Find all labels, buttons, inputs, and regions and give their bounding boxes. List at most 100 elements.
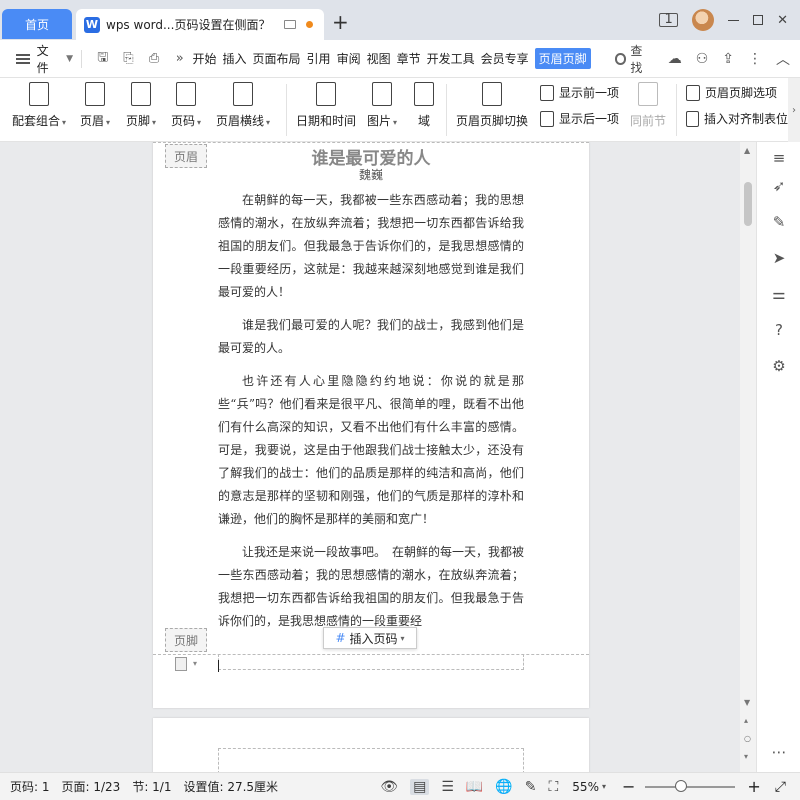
same-as-prev-button[interactable]: 同前节: [630, 82, 666, 129]
menu-start[interactable]: 开始: [193, 50, 217, 67]
search-button[interactable]: 查找: [614, 42, 654, 76]
prev-page-icon[interactable]: ▴: [744, 716, 748, 725]
pen-icon[interactable]: ✎: [525, 779, 537, 795]
avatar[interactable]: [692, 9, 715, 31]
chevron-down-icon[interactable]: ▼: [66, 54, 73, 64]
menu-review[interactable]: 审阅: [337, 50, 361, 67]
collaborate-icon[interactable]: ⚇: [696, 51, 709, 67]
footer-button[interactable]: 页脚 ▾: [126, 82, 156, 129]
pen-icon[interactable]: ✎: [769, 212, 789, 232]
header-line-button[interactable]: 页眉横线 ▾: [216, 82, 270, 129]
new-tab-button[interactable]: +: [332, 12, 349, 32]
print-icon[interactable]: ⎙: [146, 51, 162, 67]
cloud-sync-icon[interactable]: ☁: [668, 51, 682, 67]
status-page-number[interactable]: 页码: 1: [10, 778, 50, 795]
menu-section[interactable]: 章节: [397, 50, 421, 67]
insert-page-number-button[interactable]: # 插入页码 ▾: [323, 627, 417, 649]
fullscreen-icon[interactable]: ⤢: [775, 779, 786, 795]
robot-icon[interactable]: ⚙: [769, 356, 789, 376]
menu-member[interactable]: 会员专享: [481, 50, 529, 67]
sidebar-toggle-icon[interactable]: ≡: [769, 148, 789, 168]
zoom-slider[interactable]: [645, 779, 736, 792]
scrollbar-thumb[interactable]: [744, 182, 752, 226]
help-icon[interactable]: ?: [769, 320, 789, 340]
match-combo-button[interactable]: 配套组合 ▾: [12, 82, 66, 129]
page[interactable]: 页眉 谁是最可爱的人 魏巍 在朝鲜的每一天，我都被一些东西感动着；我的思想感情的…: [153, 142, 589, 708]
more-icon[interactable]: ⋮: [748, 51, 762, 67]
menu-header-footer[interactable]: 页眉页脚: [534, 48, 591, 69]
header-button[interactable]: 页眉 ▾: [80, 82, 110, 129]
cursor-icon[interactable]: ➤: [769, 248, 789, 268]
file-menu[interactable]: 文件: [37, 42, 60, 76]
menu-insert[interactable]: 插入: [223, 50, 247, 67]
document-area[interactable]: 页眉 谁是最可爱的人 魏巍 在朝鲜的每一天，我都被一些东西感动着；我的思想感情的…: [0, 142, 760, 772]
hamburger-icon[interactable]: [16, 53, 30, 64]
next-page-icon[interactable]: ▾: [744, 752, 748, 761]
paragraph[interactable]: 谁是我们最可爱的人呢？我们的战士，我感到他们是最可爱的人。: [218, 314, 524, 360]
page[interactable]: [153, 718, 589, 772]
date-time-label: 日期和时间: [296, 114, 357, 128]
status-section[interactable]: 节: 1/1: [132, 778, 171, 795]
menu-references[interactable]: 引用: [307, 50, 331, 67]
eye-icon[interactable]: 👁: [380, 779, 398, 795]
save-icon[interactable]: 🖫: [95, 50, 111, 67]
insert-align-tab-button[interactable]: 插入对齐制表位: [686, 110, 788, 127]
document-tab[interactable]: W wps word...页码设置在侧面？: [76, 9, 324, 40]
window-count-badge[interactable]: 1: [659, 13, 679, 27]
home-tab[interactable]: 首页: [2, 9, 72, 39]
close-icon[interactable]: ✕: [777, 13, 788, 28]
chevron-down-icon[interactable]: ▾: [193, 659, 197, 668]
show-next-button[interactable]: 显示后一项: [540, 110, 619, 127]
header-footer-options-icon: [686, 84, 700, 101]
match-combo-label: 配套组合: [12, 114, 61, 128]
more-icon[interactable]: ⋯: [769, 742, 789, 762]
header-edit-area[interactable]: [218, 748, 524, 772]
footer-icon: [131, 82, 152, 106]
show-prev-button[interactable]: 显示前一项: [540, 84, 619, 101]
more-chevron-icon[interactable]: »: [172, 51, 188, 67]
adjust-icon[interactable]: ⚌: [769, 284, 789, 304]
menu-page-layout[interactable]: 页面布局: [253, 50, 301, 67]
rocket-icon[interactable]: ➶: [769, 176, 789, 196]
right-sidebar: ≡ ➶ ✎ ➤ ⚌ ? ⚙ ⋯: [756, 142, 800, 772]
maximize-icon[interactable]: [753, 15, 764, 25]
zoom-slider-knob[interactable]: [675, 779, 688, 792]
monitor-icon[interactable]: [284, 20, 297, 29]
footer-doc-icon[interactable]: [175, 657, 187, 671]
paragraph[interactable]: 在朝鲜的每一天，我都被一些东西感动着；我的思想感情的潮水，在放纵奔流着；我想把一…: [218, 189, 524, 304]
ribbon-scroll-right[interactable]: ›: [788, 78, 800, 142]
header-footer-options-button[interactable]: 页眉页脚选项: [686, 84, 777, 101]
chevron-down-icon[interactable]: ▾: [602, 782, 606, 791]
fit-page-icon[interactable]: ⛶: [548, 779, 558, 795]
reading-view-icon[interactable]: 📖: [466, 779, 483, 795]
menu-view[interactable]: 视图: [367, 50, 391, 67]
zoom-in-icon[interactable]: +: [747, 777, 760, 796]
field-button[interactable]: 域: [414, 82, 434, 129]
status-page[interactable]: 页面: 1/23: [62, 778, 121, 795]
switch-header-footer-button[interactable]: 页眉页脚切换: [456, 82, 528, 129]
menu-developer[interactable]: 开发工具: [427, 50, 475, 67]
select-browse-icon[interactable]: ○: [744, 734, 751, 743]
footer-edit-area[interactable]: [218, 654, 524, 670]
web-view-icon[interactable]: 🌐: [495, 779, 512, 795]
paragraph[interactable]: 也许还有人心里隐隐约约地说：你说的就是那些“兵”吗？他们看来是很平凡、很简单的哩…: [218, 370, 524, 531]
minimize-icon[interactable]: [728, 19, 740, 21]
outline-view-icon[interactable]: ☰: [441, 779, 454, 795]
status-setting[interactable]: 设置值: 27.5厘米: [183, 778, 278, 795]
zoom-out-icon[interactable]: −: [622, 777, 635, 796]
header-boundary: [153, 142, 589, 143]
scroll-down-icon[interactable]: ▼: [744, 698, 750, 707]
zoom-level[interactable]: 55%: [572, 780, 599, 794]
date-time-button[interactable]: 日期和时间: [296, 82, 356, 129]
insert-align-tab-label: 插入对齐制表位: [703, 112, 788, 126]
paragraph[interactable]: 让我还是来说一段故事吧。 在朝鲜的每一天，我都被一些东西感动着；我的思想感情的潮…: [218, 541, 524, 631]
share-icon[interactable]: ⇪: [722, 51, 734, 67]
picture-button[interactable]: 图片 ▾: [367, 82, 397, 129]
format-painter-icon[interactable]: ⎘: [121, 51, 137, 67]
collapse-ribbon-icon[interactable]: ︿: [776, 49, 790, 69]
scroll-up-icon[interactable]: ▲: [744, 146, 750, 155]
page-number-button[interactable]: 页码 ▾: [171, 82, 201, 129]
vertical-scrollbar[interactable]: ▲ ▼ ▴ ○ ▾: [740, 142, 756, 772]
body-text[interactable]: 在朝鲜的每一天，我都被一些东西感动着；我的思想感情的潮水，在放纵奔流着；我想把一…: [218, 189, 524, 631]
page-view-icon[interactable]: ▤: [410, 778, 430, 795]
